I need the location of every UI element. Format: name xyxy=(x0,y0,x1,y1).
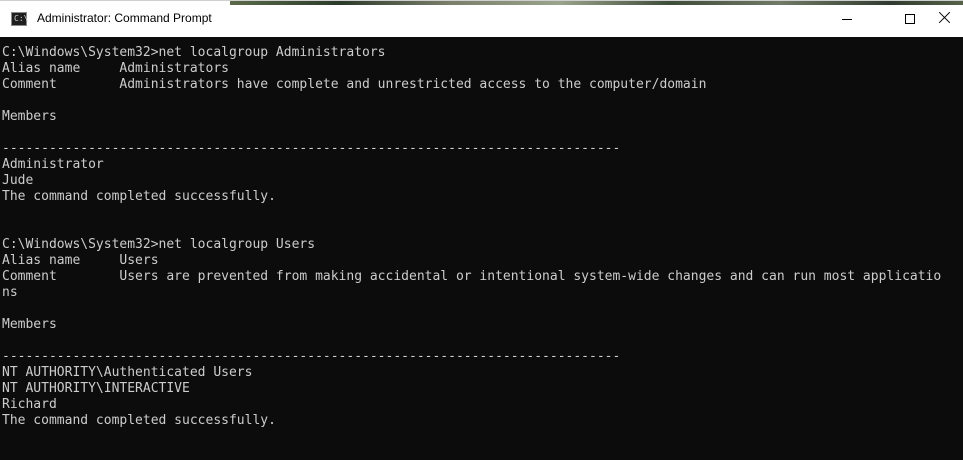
console-line: The command completed successfully. xyxy=(2,413,276,428)
cmd-icon[interactable]: C:\ xyxy=(11,12,28,26)
console-line: ns xyxy=(2,285,18,300)
minimize-button[interactable] xyxy=(824,1,870,38)
window-title: Administrator: Command Prompt xyxy=(37,11,212,25)
console-line: Comment Administrators have complete and… xyxy=(2,77,707,92)
console-line: Alias name Users xyxy=(2,253,159,268)
console-line: Alias name Administrators xyxy=(2,61,229,76)
command-prompt-window: C:\ Administrator: Command Prompt C:\Win… xyxy=(0,0,963,460)
console-line: Comment Users are prevented from making … xyxy=(2,269,942,284)
console-line: NT AUTHORITY\INTERACTIVE xyxy=(2,381,190,396)
console-line: C:\Windows\System32>net localgroup Admin… xyxy=(2,45,386,60)
console-line: Richard xyxy=(2,397,57,412)
close-button[interactable] xyxy=(934,1,963,38)
console-separator: ----------------------------------------… xyxy=(2,349,621,364)
console-line: NT AUTHORITY\Authenticated Users xyxy=(2,365,253,380)
console-line: The command completed successfully. xyxy=(2,189,276,204)
console-line: Administrator xyxy=(2,157,104,172)
console-output[interactable]: C:\Windows\System32>net localgroup Admin… xyxy=(0,37,963,460)
console-line: Members xyxy=(2,317,57,332)
console-line: Jude xyxy=(2,173,34,188)
console-line: C:\Windows\System32>net localgroup Users xyxy=(2,237,316,252)
maximize-button[interactable] xyxy=(886,1,932,38)
console-separator: ----------------------------------------… xyxy=(2,141,621,156)
maximize-icon xyxy=(905,14,915,24)
console-line: Members xyxy=(2,109,57,124)
close-icon xyxy=(938,10,952,24)
minimize-icon xyxy=(842,19,852,20)
title-bar[interactable]: C:\ Administrator: Command Prompt xyxy=(0,0,963,37)
